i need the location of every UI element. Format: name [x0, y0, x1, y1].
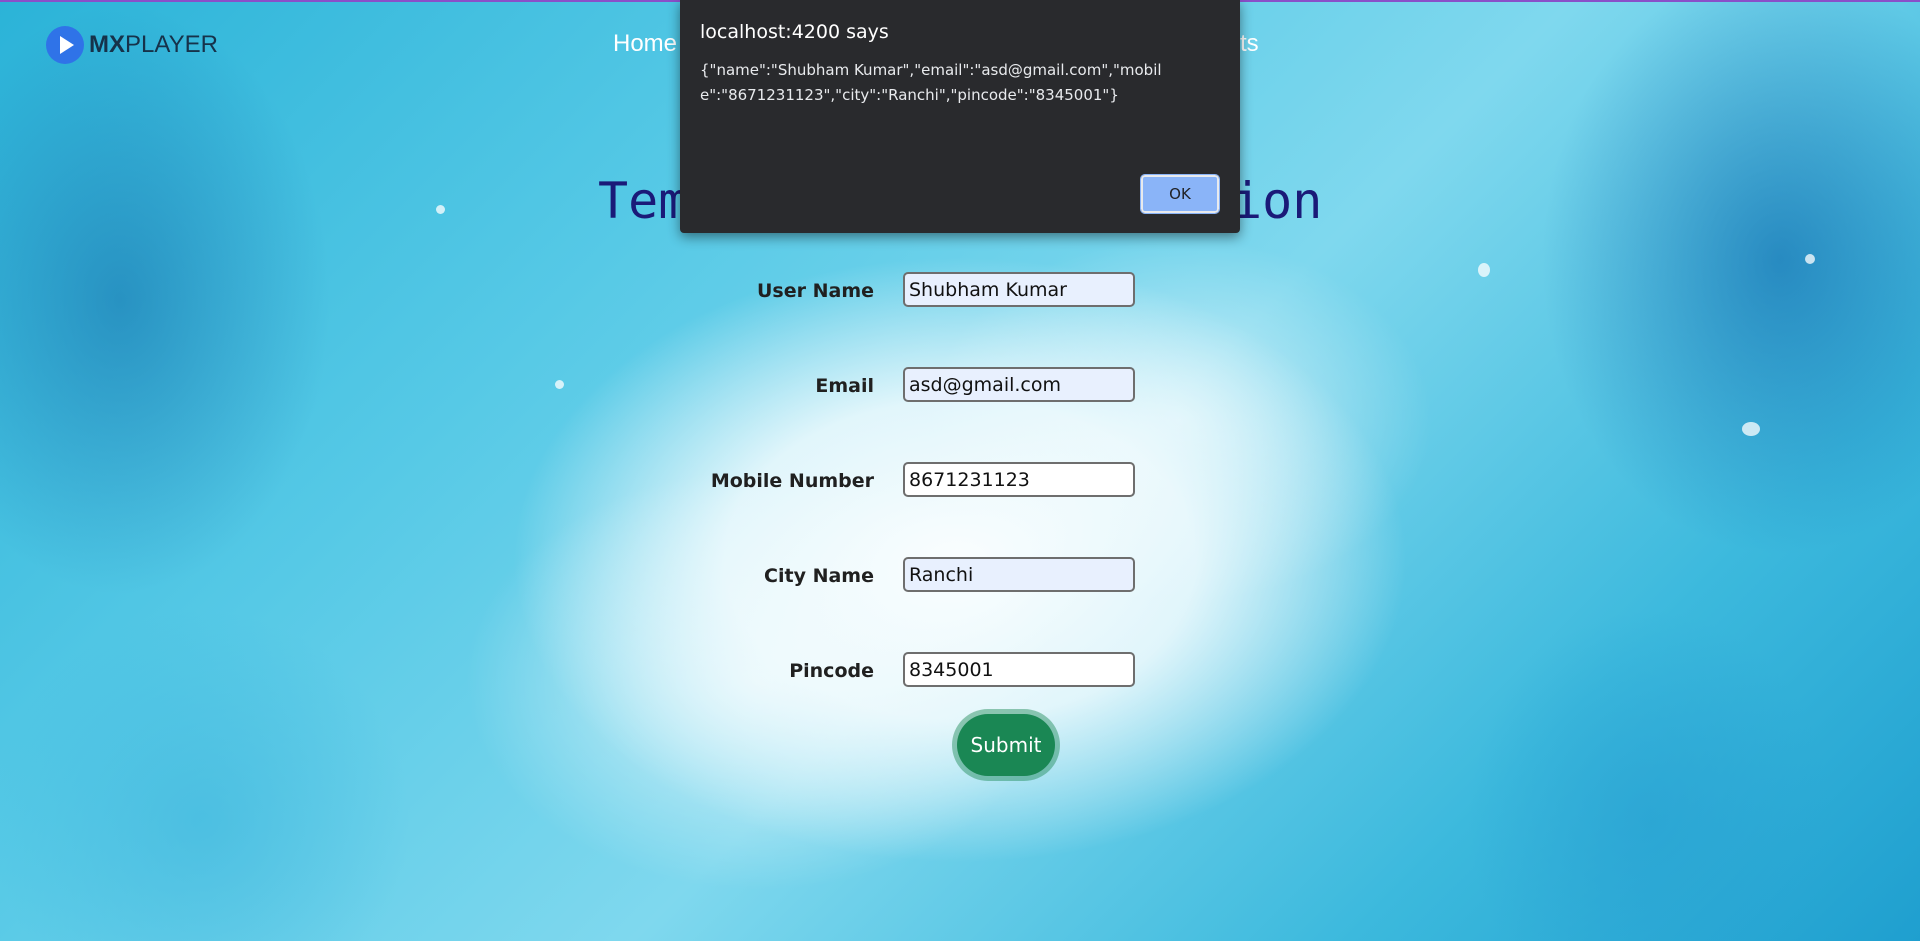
form-row-username: User Name	[0, 272, 1920, 312]
logo-text: MXPLAYER	[89, 31, 218, 59]
email-label: Email	[815, 375, 874, 397]
city-label: City Name	[764, 565, 874, 587]
alert-dialog-message: {"name":"Shubham Kumar","email":"asd@gma…	[700, 61, 1162, 104]
paint-splash	[1742, 422, 1760, 436]
city-input[interactable]	[903, 557, 1135, 592]
logo-text-rest: PLAYER	[125, 31, 218, 58]
page-title-end: ion	[1232, 172, 1322, 230]
logo-text-strong: MX	[89, 31, 125, 58]
form-row-email: Email	[0, 367, 1920, 407]
page-title: Tem	[598, 172, 688, 230]
page-background: MXPLAYER Home cts Tem ion User Name Emai…	[0, 0, 1920, 941]
mobile-label: Mobile Number	[710, 470, 874, 492]
page-title-right: ion	[1232, 172, 1323, 230]
form-row-pincode: Pincode	[0, 652, 1920, 692]
username-input[interactable]	[903, 272, 1135, 307]
paint-splash	[436, 205, 445, 214]
paint-splash	[1805, 254, 1815, 264]
ok-button[interactable]: OK	[1140, 174, 1220, 214]
form-row-city: City Name	[0, 557, 1920, 597]
alert-dialog: localhost:4200 says {"name":"Shubham Kum…	[680, 0, 1240, 233]
submit-button[interactable]: Submit	[957, 714, 1055, 776]
username-label: User Name	[756, 280, 874, 302]
pincode-label: Pincode	[789, 660, 874, 682]
mobile-input[interactable]	[903, 462, 1135, 497]
nav-link-home[interactable]: Home	[613, 30, 677, 58]
pincode-input[interactable]	[903, 652, 1135, 687]
alert-dialog-title: localhost:4200 says	[700, 21, 889, 43]
play-icon	[46, 26, 84, 64]
page-title-left: Tem	[598, 172, 689, 230]
mx-player-logo[interactable]: MXPLAYER	[46, 26, 218, 64]
form-row-mobile: Mobile Number	[0, 462, 1920, 502]
email-input[interactable]	[903, 367, 1135, 402]
